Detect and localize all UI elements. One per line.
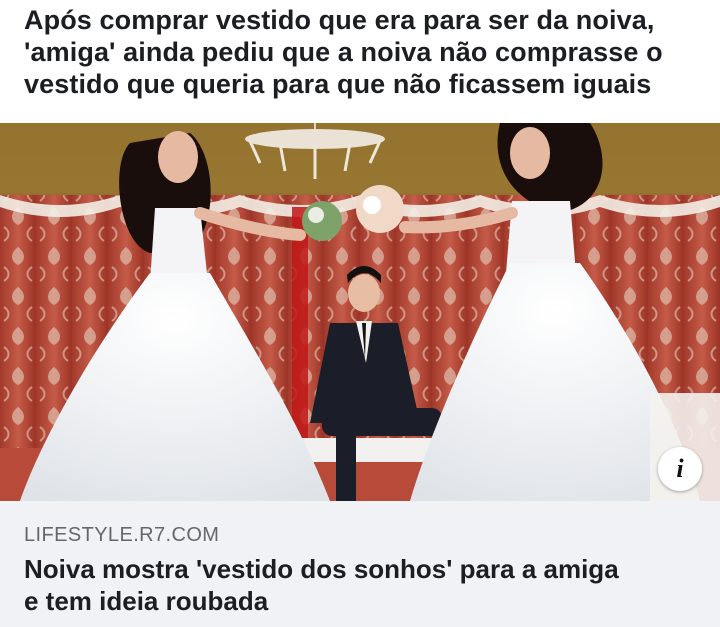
wedding-photo-illustration — [0, 123, 720, 501]
post-text-line: vestido que queria para que não ficassem… — [24, 69, 652, 99]
post-text: Após comprar vestido que era para ser da… — [0, 0, 720, 123]
link-title-line: e tem ideia roubada — [24, 586, 269, 616]
post-text-line: 'amiga' ainda pediu que a noiva não comp… — [24, 37, 663, 67]
link-title-line: Noiva mostra 'vestido dos sonhos' para a… — [24, 554, 619, 584]
info-icon[interactable]: i — [658, 447, 702, 491]
link-domain: LIFESTYLE.R7.COM — [24, 524, 220, 546]
link-preview-card[interactable]: LIFESTYLE.R7.COM Noiva mostra 'vestido d… — [0, 501, 720, 627]
post-text-line: Após comprar vestido que era para ser da… — [24, 5, 655, 35]
link-title[interactable]: Noiva mostra 'vestido dos sonhos' para a… — [24, 553, 696, 617]
link-preview-image[interactable]: i — [0, 123, 720, 501]
